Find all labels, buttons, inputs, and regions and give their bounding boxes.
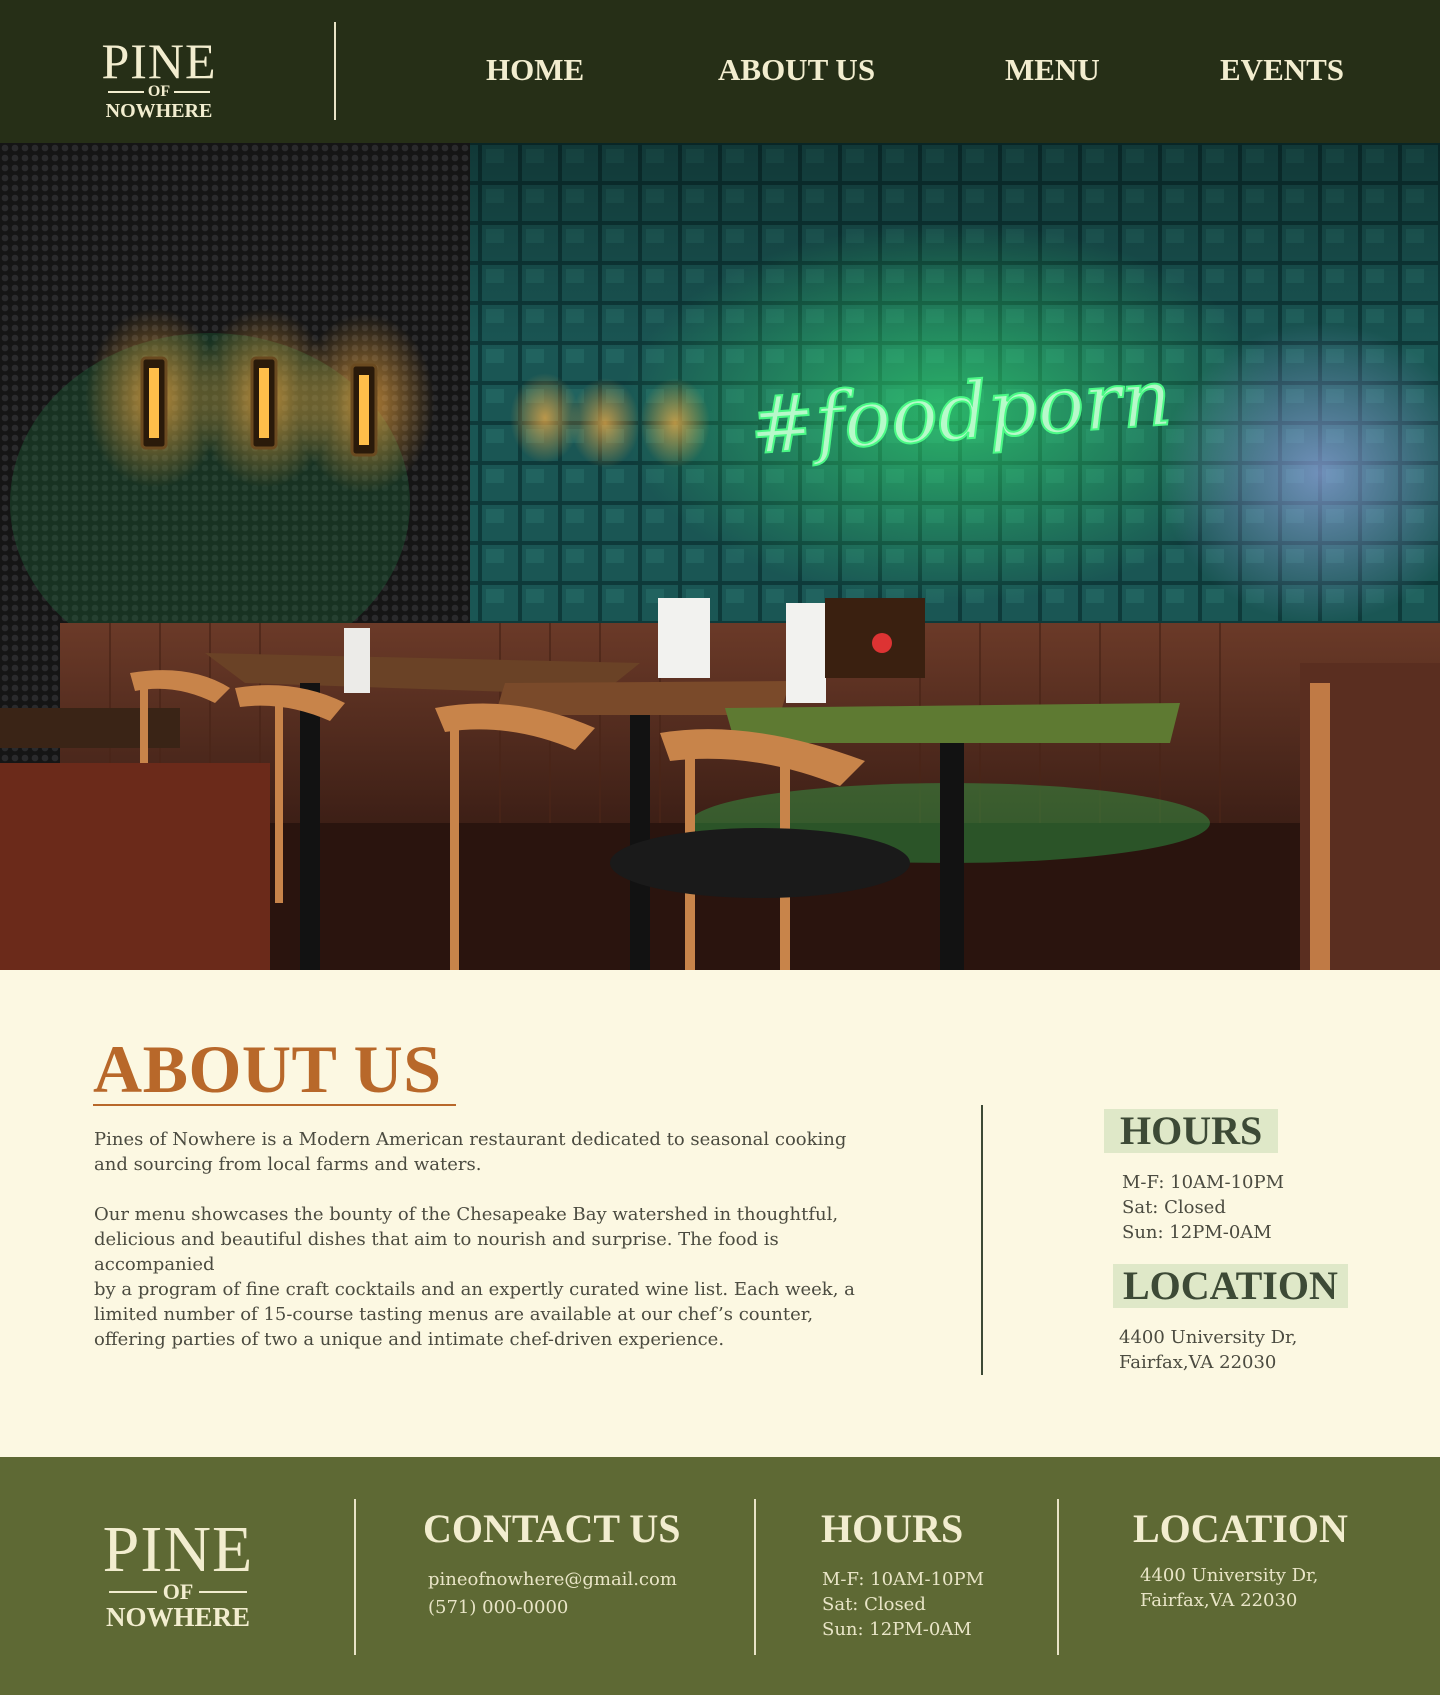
header-divider [334, 22, 336, 120]
hours-heading: HOURS [1104, 1109, 1279, 1153]
hours-saturday: Sat: Closed [1122, 1197, 1226, 1218]
nav-events[interactable]: EVENTS [1220, 52, 1344, 92]
footer-hours-saturday: Sat: Closed [822, 1594, 926, 1615]
footer-email-link[interactable]: pineofnowhere@gmail.com [428, 1567, 677, 1592]
about-p2-line: by a program of fine craft cocktails and… [94, 1279, 855, 1300]
about-divider [981, 1105, 983, 1375]
nav-menu[interactable]: MENU [1005, 52, 1100, 92]
footer-logo[interactable]: PINE OF NOWHERE [92, 1517, 264, 1631]
footer-hours-weekdays: M-F: 10AM-10PM [822, 1569, 985, 1590]
nav-home[interactable]: HOME [486, 52, 584, 92]
about-p2-line: offering parties of two a unique and int… [94, 1329, 725, 1350]
about-paragraph-2: Our menu showcases the bounty of the Che… [94, 1202, 894, 1352]
about-title: ABOUT US [93, 1031, 442, 1107]
hero-image: #foodporn [0, 143, 1440, 970]
about-p2-line: delicious and beautiful dishes that aim … [94, 1229, 779, 1275]
about-paragraph-1: Pines of Nowhere is a Modern American re… [94, 1127, 894, 1177]
nav-about-us[interactable]: ABOUT US [718, 52, 875, 92]
footer-hours-sunday: Sun: 12PM-0AM [822, 1619, 972, 1640]
logo-of-text: OF [147, 83, 171, 100]
footer-divider [754, 1499, 756, 1655]
footer-contact-heading: CONTACT US [423, 1506, 681, 1551]
site-header: PINE OF NOWHERE HOME ABOUT US MENU EVENT… [0, 0, 1440, 143]
location-line-2: Fairfax,VA 22030 [1119, 1352, 1277, 1373]
logo-pine: PINE [101, 33, 217, 89]
about-p2-line: limited number of 15-course tasting menu… [94, 1304, 814, 1325]
logo-nowhere: NOWHERE [105, 1602, 251, 1632]
hours-weekdays: M-F: 10AM-10PM [1122, 1172, 1285, 1193]
footer-divider [1057, 1499, 1059, 1655]
footer-location-line-1: 4400 University Dr, [1140, 1565, 1319, 1586]
header-logo[interactable]: PINE OF NOWHERE [94, 36, 224, 121]
logo-nowhere: NOWHERE [105, 100, 213, 122]
about-p1-line: Pines of Nowhere is a Modern American re… [94, 1129, 847, 1150]
footer-hours-heading: HOURS [821, 1506, 964, 1551]
footer-location-line-2: Fairfax,VA 22030 [1140, 1590, 1298, 1611]
footer-location-heading: LOCATION [1133, 1506, 1348, 1551]
footer-phone-link[interactable]: (571) 000-0000 [428, 1595, 568, 1620]
logo-pine: PINE [102, 1513, 254, 1586]
about-title-underline [93, 1104, 456, 1106]
logo-of-text: OF [162, 1579, 194, 1604]
site-footer: PINE OF NOWHERE CONTACT US pineofnowhere… [0, 1457, 1440, 1695]
location-line-1: 4400 University Dr, [1119, 1327, 1298, 1348]
footer-divider [354, 1499, 356, 1655]
about-p1-line: and sourcing from local farms and waters… [94, 1154, 482, 1175]
hours-sunday: Sun: 12PM-0AM [1122, 1222, 1272, 1243]
about-p2-line: Our menu showcases the bounty of the Che… [94, 1204, 839, 1225]
location-heading: LOCATION [1113, 1264, 1348, 1308]
